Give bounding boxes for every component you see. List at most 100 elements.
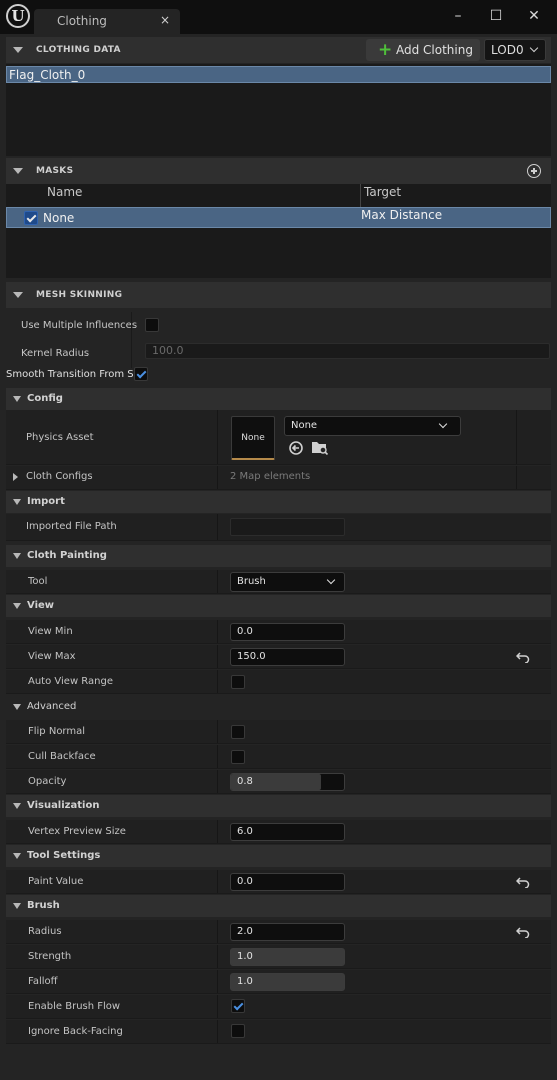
- physics-asset-thumbnail[interactable]: None: [231, 416, 275, 460]
- category-title: Cloth Painting: [27, 550, 107, 561]
- use-multiple-influences-checkbox[interactable]: [145, 318, 159, 332]
- column-header-target[interactable]: Target: [364, 185, 401, 207]
- ignore-back-facing-label: Ignore Back-Facing: [28, 1026, 123, 1037]
- column-divider: [217, 745, 218, 768]
- maximize-button[interactable]: ☐: [484, 6, 508, 26]
- view-category[interactable]: View: [6, 595, 551, 617]
- flip-normal-label: Flip Normal: [28, 726, 86, 737]
- section-title: MESH SKINNING: [36, 290, 123, 300]
- column-divider: [217, 945, 218, 968]
- use-selected-asset-icon[interactable]: [288, 440, 304, 456]
- collapse-arrow-icon[interactable]: [13, 803, 21, 809]
- advanced-group[interactable]: Advanced: [6, 695, 551, 719]
- ignore-back-facing-row: Ignore Back-Facing: [6, 1020, 551, 1044]
- column-divider: [217, 670, 218, 693]
- auto-view-range-label: Auto View Range: [28, 676, 113, 687]
- reset-to-default-icon[interactable]: [516, 651, 530, 663]
- falloff-slider[interactable]: 1.0: [230, 973, 345, 991]
- view-max-label: View Max: [28, 651, 76, 662]
- title-bar: U Clothing × – ☐ ✕: [0, 0, 557, 35]
- tab-clothing[interactable]: Clothing ×: [34, 9, 180, 35]
- cull-backface-checkbox[interactable]: [231, 750, 245, 764]
- category-title: Import: [27, 496, 65, 507]
- mesh-skinning-header[interactable]: MESH SKINNING: [6, 282, 551, 308]
- strength-label: Strength: [28, 951, 72, 962]
- tab-close-icon[interactable]: ×: [160, 13, 170, 27]
- collapse-arrow-icon[interactable]: [13, 396, 21, 402]
- imported-file-path-field: [230, 518, 345, 536]
- physics-asset-combo[interactable]: None: [284, 416, 461, 436]
- list-item[interactable]: Flag_Cloth_0: [6, 66, 551, 83]
- collapse-arrow-icon[interactable]: [13, 853, 21, 859]
- expand-arrow-icon[interactable]: [13, 473, 18, 481]
- vertex-preview-size-value: 6.0: [237, 826, 253, 837]
- enable-brush-flow-checkbox[interactable]: [231, 999, 245, 1013]
- smooth-transition-checkbox[interactable]: [134, 367, 148, 381]
- column-divider[interactable]: [360, 184, 361, 208]
- column-header-name[interactable]: Name: [47, 185, 82, 207]
- add-clothing-button[interactable]: + Add Clothing: [366, 39, 480, 61]
- tool-label: Tool: [28, 576, 48, 587]
- collapse-arrow-icon[interactable]: [13, 704, 21, 710]
- lod-value: LOD0: [491, 43, 524, 57]
- radius-value: 2.0: [237, 926, 253, 937]
- import-category[interactable]: Import: [6, 491, 551, 513]
- plus-icon: +: [378, 40, 393, 60]
- flip-normal-checkbox[interactable]: [231, 725, 245, 739]
- opacity-slider[interactable]: 0.8: [230, 773, 345, 791]
- paint-value-field[interactable]: 0.0: [230, 873, 345, 891]
- collapse-arrow-icon[interactable]: [13, 499, 21, 505]
- browse-asset-icon[interactable]: [311, 439, 329, 455]
- view-min-field[interactable]: 0.0: [230, 623, 345, 641]
- minimize-button[interactable]: –: [446, 6, 470, 26]
- close-window-button[interactable]: ✕: [522, 6, 546, 26]
- radius-field[interactable]: 2.0: [230, 923, 345, 941]
- view-max-field[interactable]: 150.0: [230, 648, 345, 666]
- table-row[interactable]: None Max Distance: [6, 207, 551, 228]
- enable-brush-flow-label: Enable Brush Flow: [28, 1001, 121, 1012]
- imported-file-path-label: Imported File Path: [26, 521, 117, 532]
- collapse-arrow-icon[interactable]: [13, 47, 23, 53]
- collapse-arrow-icon[interactable]: [13, 168, 23, 174]
- column-divider: [217, 820, 218, 843]
- category-title: Tool Settings: [27, 850, 101, 861]
- flip-normal-row: Flip Normal: [6, 720, 551, 744]
- lod-select[interactable]: LOD0: [484, 39, 546, 61]
- column-divider: [217, 970, 218, 993]
- cloth-configs-label: Cloth Configs: [26, 471, 93, 482]
- cloth-configs-row[interactable]: Cloth Configs 2 Map elements: [6, 466, 551, 490]
- vertex-preview-size-field[interactable]: 6.0: [230, 823, 345, 841]
- chevron-down-icon: [326, 575, 336, 585]
- collapse-arrow-icon[interactable]: [13, 292, 23, 298]
- strength-slider[interactable]: 1.0: [230, 948, 345, 966]
- cloth-painting-category[interactable]: Cloth Painting: [6, 545, 551, 567]
- reset-to-default-icon[interactable]: [516, 876, 530, 888]
- visualization-category[interactable]: Visualization: [6, 795, 551, 817]
- add-mask-icon[interactable]: [527, 164, 541, 178]
- auto-view-range-checkbox[interactable]: [231, 675, 245, 689]
- column-divider: [217, 570, 218, 593]
- tool-settings-category[interactable]: Tool Settings: [6, 845, 551, 867]
- column-divider: [516, 410, 517, 464]
- brush-category[interactable]: Brush: [6, 895, 551, 917]
- collapse-arrow-icon[interactable]: [13, 603, 21, 609]
- physics-asset-value: None: [291, 420, 318, 431]
- config-category[interactable]: Config: [6, 388, 551, 410]
- cull-backface-label: Cull Backface: [28, 751, 96, 762]
- reset-to-default-icon[interactable]: [516, 926, 530, 938]
- section-title: CLOTHING DATA: [36, 45, 121, 55]
- splitter[interactable]: [131, 312, 132, 368]
- mask-enabled-checkbox[interactable]: [24, 211, 38, 225]
- masks-header[interactable]: MASKS: [6, 158, 551, 184]
- column-divider: [217, 770, 218, 793]
- collapse-arrow-icon[interactable]: [13, 903, 21, 909]
- column-divider: [217, 995, 218, 1018]
- collapse-arrow-icon[interactable]: [13, 553, 21, 559]
- cloth-configs-value: 2 Map elements: [230, 471, 311, 482]
- opacity-value: 0.8: [237, 776, 253, 787]
- tool-dropdown[interactable]: Brush: [230, 572, 345, 592]
- vertex-preview-size-label: Vertex Preview Size: [28, 826, 126, 837]
- view-max-value: 150.0: [237, 651, 266, 662]
- ignore-back-facing-checkbox[interactable]: [231, 1024, 245, 1038]
- column-divider: [217, 920, 218, 943]
